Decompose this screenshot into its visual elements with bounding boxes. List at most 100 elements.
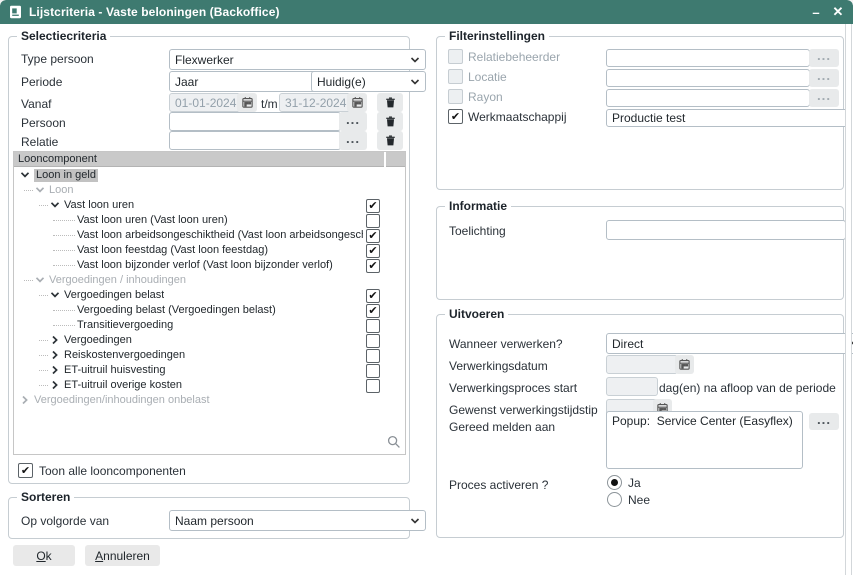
toelichting-field[interactable]: [606, 220, 846, 240]
type-persoon-select[interactable]: Flexwerker: [169, 49, 426, 70]
tree-item[interactable]: Vergoedingen / inhoudingen: [14, 273, 405, 288]
chevron-right-icon[interactable]: [50, 380, 60, 390]
persoon-label: Persoon: [21, 116, 66, 130]
tree-item-checkbox[interactable]: [366, 379, 380, 393]
filter-label: Rayon: [468, 90, 503, 104]
radio-ja-label: Ja: [628, 476, 641, 490]
chevron-down-icon[interactable]: [35, 185, 45, 195]
chevron-right-icon[interactable]: [50, 365, 60, 375]
minimize-button[interactable]: –: [805, 0, 827, 24]
relatie-field[interactable]: [169, 131, 341, 150]
radio-ja[interactable]: [607, 475, 622, 490]
tree-connector: [53, 325, 75, 326]
wanneer-verwerken-select[interactable]: Direct: [606, 333, 853, 354]
tree-item[interactable]: Vergoeding belast (Vergoedingen belast): [14, 303, 405, 318]
calendar-icon: [678, 358, 691, 371]
filter-checkbox-locatie[interactable]: [448, 69, 463, 84]
ellipsis-icon: ...: [817, 89, 831, 102]
tree-item-checkbox[interactable]: [366, 364, 380, 378]
filter-field-relatiebeheerder[interactable]: [606, 49, 810, 67]
chevron-right-icon[interactable]: [50, 335, 60, 345]
tree-item-checkbox[interactable]: [366, 259, 380, 273]
tree-item[interactable]: Vast loon arbeidsongeschiktheid (Vast lo…: [14, 228, 405, 243]
vanaf-to-calendar-button[interactable]: [347, 93, 367, 112]
filter-browse-button[interactable]: ...: [809, 49, 839, 67]
chevron-right-icon[interactable]: [50, 350, 60, 360]
toon-alle-label: Toon alle looncomponenten: [39, 464, 186, 478]
filter-field-rayon[interactable]: [606, 89, 810, 107]
chevron-down-icon[interactable]: [35, 275, 45, 285]
tree-connector: [39, 370, 48, 371]
filter-checkbox-werkmaatschappij[interactable]: [448, 109, 463, 124]
persoon-browse-button[interactable]: ...: [339, 112, 367, 131]
tree-item[interactable]: Vast loon bijzonder verlof (Vast loon bi…: [14, 258, 405, 273]
tree-item[interactable]: ET-uitruil overige kosten: [14, 378, 405, 393]
radio-nee[interactable]: [607, 492, 622, 507]
filter-field-werkmaatschappij[interactable]: Productie test: [606, 109, 848, 127]
verwerkingsdatum-field[interactable]: [606, 355, 678, 374]
vanaf-to-field[interactable]: 31-12-2024: [279, 93, 351, 112]
periode-select[interactable]: Jaar: [169, 71, 332, 92]
verwerkingsdatum-calendar-button[interactable]: [675, 355, 694, 374]
toon-alle-checkbox[interactable]: [18, 463, 33, 478]
filter-browse-button[interactable]: ...: [809, 89, 839, 107]
chevron-down-icon[interactable]: [50, 290, 60, 300]
sorteren-legend: Sorteren: [17, 490, 74, 504]
vanaf-from-field[interactable]: 01-01-2024: [169, 93, 241, 112]
close-button[interactable]: ✕: [827, 0, 849, 24]
tree-item-checkbox[interactable]: [366, 289, 380, 303]
document-icon: [9, 5, 22, 19]
tree-item-checkbox[interactable]: [366, 334, 380, 348]
tree-item-checkbox[interactable]: [366, 214, 380, 228]
relatie-browse-button[interactable]: ...: [339, 131, 367, 150]
tree-item[interactable]: Reiskostenvergoedingen: [14, 348, 405, 363]
tm-label: t/m: [261, 97, 278, 111]
verwerkingsproces-start-field[interactable]: [606, 377, 658, 396]
chevron-down-icon[interactable]: [20, 170, 30, 180]
tree-item-checkbox[interactable]: [366, 199, 380, 213]
filter-checkbox-relatiebeheerder[interactable]: [448, 49, 463, 64]
tree-item[interactable]: Vast loon feestdag (Vast loon feestdag): [14, 243, 405, 258]
chevron-right-icon[interactable]: [20, 395, 30, 405]
periode-modifier-select[interactable]: Huidig(e): [311, 71, 426, 92]
tree-item[interactable]: Vergoedingen/inhoudingen onbelast: [14, 393, 405, 408]
tree-item-checkbox[interactable]: [366, 349, 380, 363]
persoon-field[interactable]: [169, 112, 341, 131]
window-title: Lijstcriteria - Vaste beloningen (Backof…: [29, 5, 280, 19]
tree-connector: [53, 250, 75, 251]
tree-item-checkbox[interactable]: [366, 229, 380, 243]
chevron-down-icon: [410, 77, 420, 87]
tree-item-label: ET-uitruil overige kosten: [64, 379, 182, 392]
selectiecriteria-legend: Selectiecriteria: [17, 29, 110, 43]
persoon-clear-button[interactable]: [377, 112, 403, 131]
tree-item-checkbox[interactable]: [366, 244, 380, 258]
ok-button[interactable]: Ok: [13, 545, 75, 566]
tree-item[interactable]: Loon: [14, 183, 405, 198]
tree-item-checkbox[interactable]: [366, 319, 380, 333]
tree-item[interactable]: Vast loon uren (Vast loon uren): [14, 213, 405, 228]
gereed-melden-browse-button[interactable]: ...: [809, 413, 839, 430]
tree-item-label: Vast loon uren: [64, 199, 134, 212]
sorteren-select[interactable]: Naam persoon: [169, 510, 426, 531]
tree-item-checkbox[interactable]: [366, 304, 380, 318]
filter-browse-button[interactable]: ...: [809, 69, 839, 87]
search-icon[interactable]: [387, 435, 401, 449]
vanaf-from-calendar-button[interactable]: [237, 93, 257, 112]
tree-item-label: Vast loon arbeidsongeschiktheid (Vast lo…: [77, 229, 363, 242]
chevron-down-icon[interactable]: [50, 200, 60, 210]
tree-item[interactable]: Vergoedingen belast: [14, 288, 405, 303]
annuleren-button[interactable]: Annuleren: [85, 545, 160, 566]
trash-icon: [384, 134, 397, 147]
tree-item-label: Vergoedingen / inhoudingen: [49, 274, 186, 287]
relatie-clear-button[interactable]: [377, 131, 403, 150]
gereed-melden-aan-field[interactable]: Popup: Service Center (Easyflex): [606, 411, 803, 469]
chevron-down-icon: [410, 55, 420, 65]
tree-item[interactable]: Transitievergoeding: [14, 318, 405, 333]
tree-item[interactable]: Loon in geld: [14, 168, 405, 183]
tree-item[interactable]: ET-uitruil huisvesting: [14, 363, 405, 378]
tree-item[interactable]: Vast loon uren: [14, 198, 405, 213]
filter-field-locatie[interactable]: [606, 69, 810, 87]
filter-checkbox-rayon[interactable]: [448, 89, 463, 104]
vanaf-clear-button[interactable]: [377, 93, 403, 112]
tree-item[interactable]: Vergoedingen: [14, 333, 405, 348]
